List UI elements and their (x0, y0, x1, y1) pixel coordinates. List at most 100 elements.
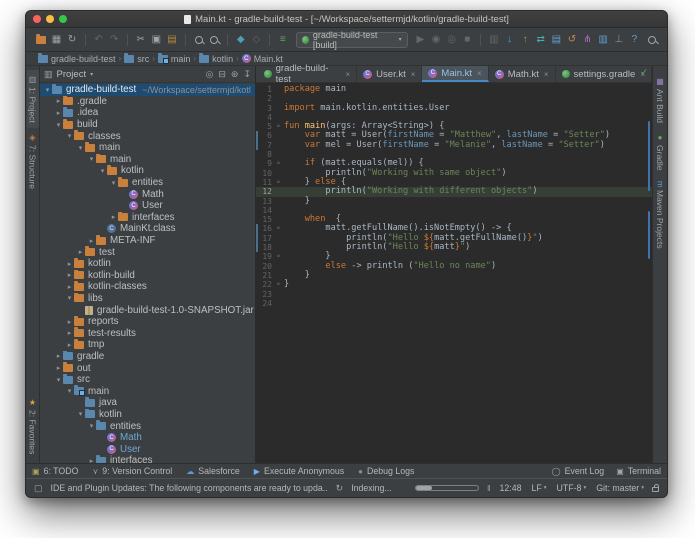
run-icon[interactable]: ▶ (414, 32, 428, 47)
tree-arrow-icon[interactable]: ▾ (76, 144, 85, 152)
tool-stripe-button-ant-build[interactable]: ▦ Ant Build (654, 72, 666, 128)
status-item-12-48[interactable]: 12:48 (499, 483, 521, 493)
tool-window-button-execute-anonymous[interactable]: ▶ Execute Anonymous (254, 466, 344, 476)
tree-item-kotlin[interactable]: ▾ kotlin (40, 408, 255, 421)
tree-arrow-icon[interactable]: ▸ (65, 271, 74, 279)
editor-gutter[interactable]: 10 (256, 169, 282, 178)
code-editor[interactable]: 1 package main 2 3 import main.kotlin.entiti… (256, 83, 652, 463)
editor-tab-main-kt[interactable]: C Main.kt × (422, 66, 489, 82)
code-line[interactable]: 24 (256, 299, 652, 308)
fold-marker-icon[interactable]: ∘ (275, 280, 282, 289)
status-item-git-master[interactable]: Git: master ▾ (596, 483, 644, 493)
tree-item--gradle[interactable]: ▸ .gradle (40, 95, 255, 108)
compile-icon[interactable]: ≡ (276, 32, 290, 47)
settings-gear-icon[interactable]: ⊛ (231, 69, 239, 80)
tool-window-button-event-log[interactable]: ◯ Event Log (552, 466, 605, 476)
tree-item-math[interactable]: C Math (40, 432, 255, 444)
code-line[interactable]: 21 } (256, 270, 652, 280)
tool-stripe-button-1-project[interactable]: ▥ 1: Project (26, 70, 39, 128)
tree-item-user[interactable]: C User (40, 443, 255, 455)
tree-arrow-icon[interactable]: ▸ (76, 248, 85, 256)
tree-item-kotlin-classes[interactable]: ▸ kotlin-classes (40, 281, 255, 293)
status-item-utf-8[interactable]: UTF-8 ▾ (557, 483, 587, 493)
tree-item-test[interactable]: ▸ test (40, 246, 255, 258)
editor-gutter[interactable]: 8 (256, 150, 282, 159)
tree-arrow-icon[interactable]: ▸ (54, 97, 63, 105)
editor-gutter[interactable]: 3 (256, 104, 282, 113)
tree-arrow-icon[interactable]: ▾ (65, 294, 74, 302)
show-changes-icon[interactable]: ▥ (487, 32, 501, 47)
code-line[interactable]: 7 var mel = User(firstName = "Melanie", … (256, 140, 652, 151)
tree-arrow-icon[interactable]: ▾ (65, 132, 74, 140)
tree-item-kotlin-build[interactable]: ▸ kotlin-build (40, 269, 255, 282)
stop-icon[interactable]: ■ (460, 32, 474, 47)
tree-arrow-icon[interactable]: ▸ (65, 318, 74, 326)
tree-item--idea[interactable]: ▸ .idea (40, 107, 255, 119)
tree-item-kotlin[interactable]: ▸ kotlin (40, 257, 255, 270)
tree-item-interfaces[interactable]: ▸ interfaces (40, 455, 255, 463)
close-window-button[interactable] (33, 15, 41, 23)
editor-gutter[interactable]: 17 (256, 233, 282, 244)
breadcrumb-item[interactable]: main (157, 52, 190, 64)
tool-window-button-9-version-control[interactable]: ⋎ 9: Version Control (92, 466, 172, 476)
tree-arrow-icon[interactable]: ▾ (109, 179, 118, 187)
fold-marker-icon[interactable]: ∘ (275, 159, 282, 168)
tool-stripe-button-2-favorites[interactable]: ★ 2: Favorites (27, 393, 39, 459)
tree-item-interfaces[interactable]: ▸ interfaces (40, 211, 255, 224)
editor-gutter[interactable]: 5 ∘ (256, 122, 282, 131)
status-item-lf[interactable]: LF ▾ (531, 483, 546, 493)
editor-gutter[interactable]: 1 (256, 85, 282, 94)
editor-tab-gradle-build-test[interactable]: gradle-build-test × (258, 63, 358, 85)
tool-window-button-debug-logs[interactable]: ● Debug Logs (358, 466, 414, 476)
breadcrumb-item[interactable]: src (124, 52, 149, 64)
editor-gutter[interactable]: 22 ∘ (256, 280, 282, 289)
changelist-icon[interactable]: ▤ (550, 32, 564, 47)
editor-gutter[interactable]: 15 (256, 215, 282, 224)
coverage-icon[interactable]: ◎ (445, 32, 459, 47)
editor-gutter[interactable]: 13 (256, 197, 282, 206)
tree-item-mainkt-class[interactable]: C MainKt.class (40, 223, 255, 235)
editor-gutter[interactable]: 16 ∘ (256, 224, 282, 234)
tool-window-button-salesforce[interactable]: ☁ Salesforce (186, 466, 240, 476)
code-line[interactable]: 12 println("Working with different objec… (256, 187, 652, 197)
tree-item-gradle[interactable]: ▸ gradle (40, 350, 255, 363)
chevron-down-icon[interactable]: ▾ (90, 71, 93, 78)
tool-stripe-button-maven-projects[interactable]: m Maven Projects (654, 176, 666, 254)
tool-stripe-button-7-structure[interactable]: ◈ 7: Structure (27, 128, 39, 194)
close-icon[interactable]: × (411, 70, 416, 79)
code-line[interactable]: 23 (256, 290, 652, 299)
close-icon[interactable]: × (544, 70, 549, 79)
tree-arrow-icon[interactable]: ▾ (54, 376, 63, 384)
status-message[interactable]: IDE and Plugin Updates: The following co… (51, 483, 328, 493)
tree-item-classes[interactable]: ▾ classes (40, 130, 255, 142)
tree-item-reports[interactable]: ▸ reports (40, 315, 255, 328)
editor-gutter[interactable]: 7 (256, 140, 282, 151)
tree-item-gradle-build-test-1-0-snapshot-jar[interactable]: gradle-build-test-1.0-SNAPSHOT.jar (40, 304, 255, 316)
tool-window-button-6-todo[interactable]: ▣ 6: TODO (32, 466, 78, 476)
patch-icon[interactable]: ▥ (596, 32, 610, 47)
editor-tab-user-kt[interactable]: C User.kt × (357, 66, 423, 82)
tree-item-libs[interactable]: ▾ libs (40, 292, 255, 305)
code-line[interactable]: 1 package main (256, 84, 652, 94)
tree-arrow-icon[interactable]: ▸ (54, 364, 63, 372)
sync-icon[interactable]: ↻ (65, 32, 79, 47)
tree-item-kotlin[interactable]: ▾ kotlin (40, 165, 255, 177)
editor-gutter[interactable]: 6 (256, 131, 282, 141)
copy-icon[interactable]: ▣ (150, 32, 164, 47)
search-everywhere-icon[interactable] (645, 32, 659, 47)
tree-item-meta-inf[interactable]: ▸ META-INF (40, 234, 255, 247)
cut-icon[interactable]: ✂ (134, 32, 148, 47)
breadcrumb-item[interactable]: C Main.kt (241, 54, 283, 64)
tree-item-tmp[interactable]: ▸ tmp (40, 339, 255, 351)
breadcrumb-item[interactable]: gradle-build-test (38, 52, 116, 64)
tree-item-build[interactable]: ▾ build (40, 118, 255, 131)
pause-indexing-icon[interactable]: ‖ (487, 484, 491, 493)
editor-gutter[interactable]: 11 ∘ (256, 178, 282, 187)
tree-arrow-icon[interactable]: ▾ (98, 167, 107, 175)
open-file-icon[interactable] (34, 32, 48, 47)
close-icon[interactable]: × (477, 69, 482, 78)
editor-gutter[interactable]: 24 (256, 299, 282, 308)
code-line[interactable]: 22 ∘} (256, 280, 652, 290)
tree-item-main[interactable]: ▾ main (40, 385, 255, 397)
editor-tab-settings-gradle[interactable]: settings.gradle × (556, 66, 652, 82)
